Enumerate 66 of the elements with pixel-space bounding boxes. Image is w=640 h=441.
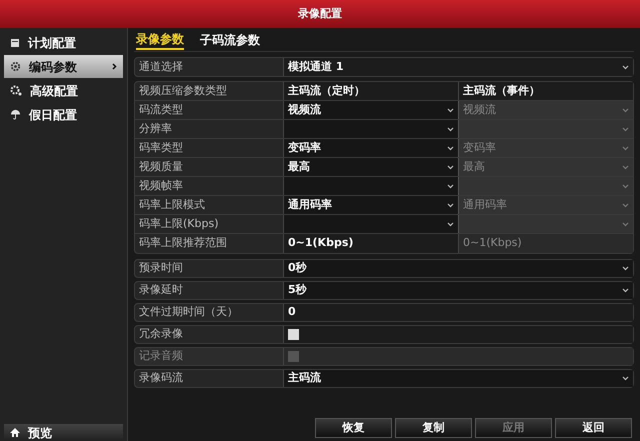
text-field[interactable]: 0 xyxy=(283,304,633,321)
chevron-down-icon xyxy=(447,164,454,170)
window-title: 录像配置 xyxy=(298,6,342,22)
field-label: 通道选择 xyxy=(139,58,183,75)
sidebar-item[interactable]: 编码参数 xyxy=(4,55,123,78)
gear-icon xyxy=(10,61,21,72)
chevron-down-icon xyxy=(622,164,629,170)
chevron-down-icon xyxy=(622,376,629,381)
field-label: 分辨率 xyxy=(139,120,172,137)
chevron-down-icon xyxy=(622,266,629,271)
chevron-down-icon xyxy=(622,288,629,293)
dropdown[interactable]: 0秒 xyxy=(283,260,633,277)
action-button[interactable]: 复制 xyxy=(395,418,472,438)
chevron-down-icon xyxy=(447,202,454,208)
sidebar-item[interactable]: 假日配置 xyxy=(4,103,123,126)
chevron-down-icon xyxy=(622,64,629,70)
chevron-right-icon xyxy=(112,63,117,70)
dropdown[interactable]: 通用码率 xyxy=(283,196,458,214)
field-label: 预录时间 xyxy=(139,260,183,276)
field-label: 视频帧率 xyxy=(139,178,183,194)
column-header: 主码流（定时） xyxy=(288,82,365,99)
field-label: 视频质量 xyxy=(139,158,183,175)
chevron-down-icon xyxy=(447,184,454,188)
field-label: 冗余录像 xyxy=(139,326,183,342)
field-label: 记录音频 xyxy=(139,348,183,364)
field-label: 录像延时 xyxy=(139,282,183,298)
gears-icon xyxy=(10,85,22,96)
text-field[interactable]: 0~1(Kbps) xyxy=(283,234,458,253)
action-button[interactable]: 返回 xyxy=(555,418,632,438)
chevron-down-icon xyxy=(447,222,454,226)
column-header: 主码流（事件） xyxy=(463,82,540,99)
dropdown[interactable] xyxy=(283,120,458,138)
sidebar-item[interactable]: 高级配置 xyxy=(4,79,123,102)
checkbox[interactable] xyxy=(288,329,299,340)
chevron-down-icon xyxy=(622,202,629,208)
field-label: 码率类型 xyxy=(139,140,183,156)
chevron-down-icon xyxy=(622,222,629,226)
field-label: 视频压缩参数类型 xyxy=(139,82,227,99)
dropdown[interactable]: 变码率 xyxy=(283,139,458,157)
chevron-down-icon xyxy=(447,146,454,150)
dropdown[interactable]: 模拟通道 1 xyxy=(283,58,633,76)
field-label: 录像码流 xyxy=(139,370,183,386)
field-label: 码流类型 xyxy=(139,102,183,118)
dropdown[interactable] xyxy=(283,177,458,195)
field-label: 码率上限模式 xyxy=(139,196,205,213)
chevron-down-icon xyxy=(447,126,454,132)
action-button[interactable]: 恢复 xyxy=(315,418,392,438)
home-icon xyxy=(10,428,20,437)
umbrella-icon xyxy=(10,109,21,120)
dropdown[interactable]: 最高 xyxy=(283,158,458,176)
preview-button[interactable]: 预览 xyxy=(4,424,123,441)
calendar-icon xyxy=(10,38,20,48)
dropdown[interactable]: 5秒 xyxy=(283,282,633,299)
field-label: 文件过期时间（天） xyxy=(139,304,238,320)
chevron-down-icon xyxy=(622,146,629,150)
chevron-down-icon xyxy=(447,108,454,112)
chevron-down-icon xyxy=(622,108,629,112)
sidebar-item[interactable]: 计划配置 xyxy=(4,31,123,54)
field-label: 码率上限推荐范围 xyxy=(139,235,227,252)
chevron-down-icon xyxy=(622,126,629,132)
tab[interactable]: 子码流参数 xyxy=(200,31,260,49)
dropdown[interactable] xyxy=(283,215,458,233)
field-label: 码率上限(Kbps) xyxy=(139,216,218,232)
dropdown[interactable]: 视频流 xyxy=(283,101,458,119)
chevron-down-icon xyxy=(622,184,629,188)
dropdown[interactable]: 主码流 xyxy=(283,370,633,387)
